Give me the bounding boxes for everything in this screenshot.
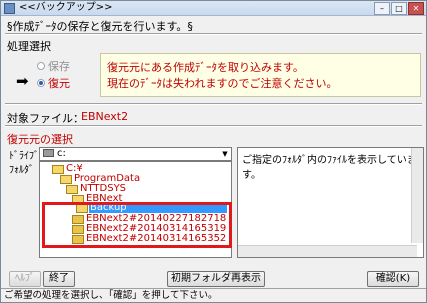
divider (5, 125, 422, 127)
confirm-button[interactable]: 確認(K) (367, 271, 419, 287)
folder-open-icon (52, 164, 64, 174)
drive-label: ﾄﾞﾗｲﾌﾞ (9, 151, 39, 162)
file-list[interactable]: ご指定のﾌｫﾙﾀﾞ内のﾌｧｲﾙを表示しています。 (237, 147, 424, 258)
note-line-2: 現在のﾃﾞｰﾀは失われますのでご注意ください。 (107, 77, 338, 90)
radio-restore[interactable]: 復元 (37, 75, 70, 91)
radio-save[interactable]: 保存 (37, 58, 70, 74)
backup-window: <<バックアップ>> – □ ✕ §作成ﾃﾞｰﾀの保存と復元を行います。§ 処理… (0, 0, 427, 303)
drive-value: c: (57, 148, 66, 159)
close-icon[interactable]: ✕ (408, 2, 424, 15)
app-icon (4, 3, 15, 14)
radio-save-label: 保存 (48, 60, 70, 73)
minimize-icon[interactable]: – (374, 2, 390, 15)
process-label: 処理選択 (7, 40, 51, 53)
drive-select[interactable]: c: ▼ (39, 147, 232, 161)
divider (5, 103, 422, 105)
radio-restore-label: 復元 (48, 77, 70, 90)
folder-label: ﾌｫﾙﾀﾞ (9, 165, 34, 176)
highlight-annotation-box (42, 202, 232, 248)
folder-open-icon (66, 184, 78, 194)
file-list-hint: ご指定のﾌｫﾙﾀﾞ内のﾌｧｲﾙを表示しています。 (242, 155, 417, 181)
window-title: <<バックアップ>> (19, 2, 113, 13)
target-file-value: EBNext2 (81, 110, 129, 123)
chevron-down-icon[interactable]: ▼ (219, 148, 231, 160)
restore-note: 復元元にある作成ﾃﾞｰﾀを取り込みます。 現在のﾃﾞｰﾀは失われますのでご注意く… (100, 53, 421, 97)
horizontal-scrollbar[interactable] (238, 245, 417, 257)
radio-save-circle[interactable] (37, 62, 45, 70)
note-line-1: 復元元にある作成ﾃﾞｰﾀを取り込みます。 (107, 61, 304, 74)
drive-icon (43, 149, 54, 157)
exit-button[interactable]: 終了 (43, 271, 75, 287)
divider (5, 33, 422, 35)
status-bar: ご希望の処理を選択し、「確認」を押して下さい。 (1, 288, 426, 302)
title-bar[interactable]: <<バックアップ>> – □ ✕ (1, 1, 426, 16)
target-file-label: 対象ファイル： (7, 112, 84, 125)
help-button[interactable]: ﾍﾙﾌﾟ (9, 271, 41, 287)
reset-folder-button[interactable]: 初期フォルダ再表示 (167, 271, 265, 287)
page-description: §作成ﾃﾞｰﾀの保存と復元を行います。§ (7, 20, 193, 33)
arrow-pointer-icon: ➡ (16, 72, 29, 90)
maximize-icon[interactable]: □ (391, 2, 407, 15)
source-label: 復元元の選択 (7, 133, 73, 146)
radio-restore-circle[interactable] (37, 79, 45, 87)
folder-open-icon (60, 174, 72, 184)
vertical-scrollbar[interactable] (411, 148, 423, 243)
